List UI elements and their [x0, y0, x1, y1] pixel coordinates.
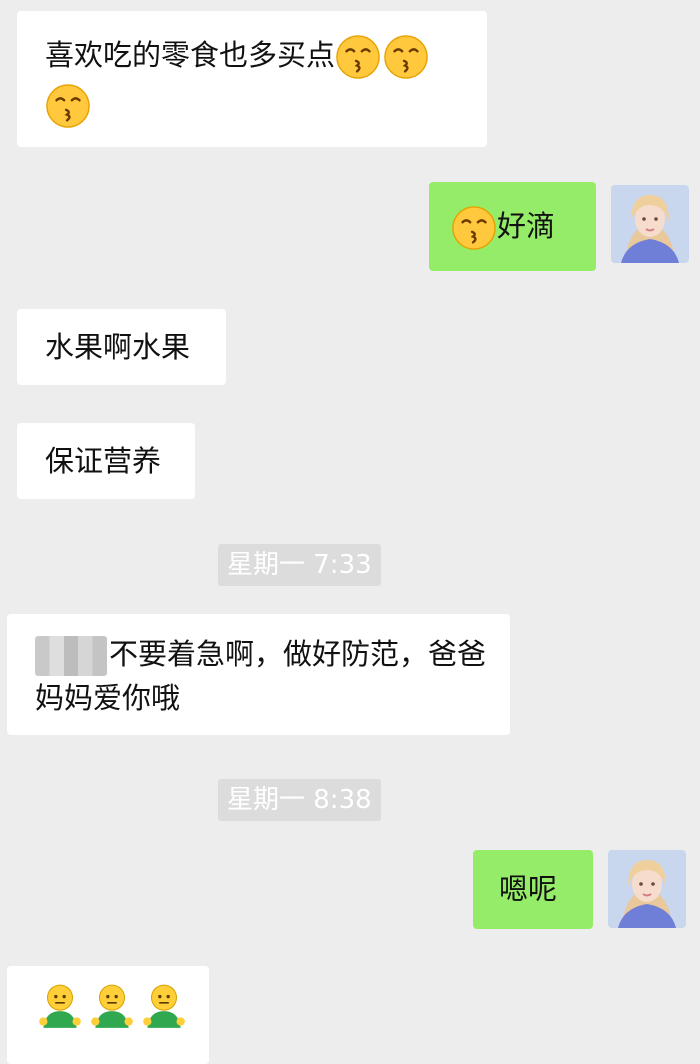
message-text: 水果啊水果 — [45, 330, 191, 364]
kissing-face-icon — [335, 34, 381, 80]
person-emoji-icon — [139, 982, 189, 1032]
avatar[interactable] — [611, 185, 689, 263]
message-timestamp: 星期一 8:38 — [218, 779, 381, 821]
message-bubble-1[interactable]: 喜欢吃的零食也多买点 — [17, 11, 487, 147]
message-text: 嗯呢 — [499, 872, 558, 906]
person-emoji-icon — [35, 982, 85, 1032]
kissing-face-icon — [451, 205, 497, 251]
message-text: 喜欢吃的零食也多买点 — [45, 38, 336, 72]
message-text: 保证营养 — [45, 444, 162, 478]
message-text: 好滴 — [497, 209, 556, 243]
message-bubble-2[interactable]: 好滴 — [429, 182, 596, 271]
message-bubble-4[interactable]: 保证营养 — [17, 423, 195, 499]
kissing-face-icon — [45, 83, 91, 129]
kissing-face-icon — [383, 34, 429, 80]
message-bubble-7[interactable] — [7, 966, 209, 1064]
message-bubble-6[interactable]: 嗯呢 — [473, 850, 593, 929]
message-bubble-3[interactable]: 水果啊水果 — [17, 309, 226, 385]
avatar[interactable] — [608, 850, 686, 928]
message-bubble-5[interactable]: 不要着急啊，做好防范，爸爸妈妈爱你哦 — [7, 614, 510, 735]
person-emoji-icon — [87, 982, 137, 1032]
blurred-name — [35, 636, 107, 676]
message-timestamp: 星期一 7:33 — [218, 544, 381, 586]
